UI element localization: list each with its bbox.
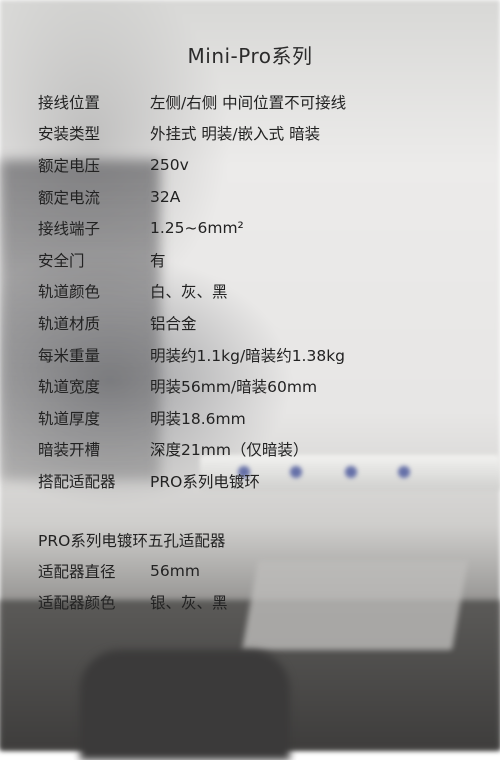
spec-row: 额定电压 250v <box>38 149 478 181</box>
spec-value: 左侧/右侧 中间位置不可接线 <box>150 93 347 112</box>
spec-label: 额定电流 <box>38 188 101 207</box>
spec-sheet: Mini-Pro系列 接线位置 左侧/右侧 中间位置不可接线 安装类型 外挂式 明装… <box>0 0 500 750</box>
spec-label: 适配器颜色 <box>38 594 116 613</box>
spec-row: 搭配适配器 PRO系列电镀环 <box>38 465 478 497</box>
spec-value: 250v <box>150 155 189 174</box>
spec-value: 明装56mm/暗装60mm <box>150 378 318 397</box>
spec-label: 接线端子 <box>38 220 101 239</box>
spec-value: 深度21mm（仅暗装） <box>150 441 309 460</box>
spec-row: 安全门 有 <box>38 244 478 276</box>
spec-value: PRO系列电镀环 <box>150 472 260 491</box>
spec-label: 每米重量 <box>38 346 101 365</box>
page-title: Mini-Pro系列 <box>187 44 313 68</box>
spec-value: 明装18.6mm <box>150 409 246 428</box>
spec-value: 56mm <box>150 561 200 580</box>
spec-row: 暗装开槽 深度21mm（仅暗装） <box>38 434 478 466</box>
spec-label: 轨道宽度 <box>38 378 101 397</box>
spec-label: 轨道厚度 <box>38 409 101 428</box>
spec-value: 32A <box>150 187 181 206</box>
spec-label: 安装类型 <box>38 125 101 144</box>
spec-row: 安装类型 外挂式 明装/嵌入式 暗装 <box>38 118 478 150</box>
spec-label: 暗装开槽 <box>38 441 101 460</box>
spec-label: 搭配适配器 <box>38 472 116 491</box>
spec-value: 铝合金 <box>150 314 197 333</box>
spec-value: 明装约1.1kg/暗装约1.38kg <box>150 346 346 365</box>
spec-value: 外挂式 明装/嵌入式 暗装 <box>150 125 321 144</box>
spec-value: 白、灰、黑 <box>150 283 228 302</box>
spec-value: 1.25~6mm² <box>150 219 244 238</box>
spec-row: 轨道颜色 白、灰、黑 <box>38 276 478 308</box>
spec-label: 接线位置 <box>38 93 101 112</box>
spec-row: 轨道材质 铝合金 <box>38 307 478 339</box>
spec-row: 轨道宽度 明装56mm/暗装60mm <box>38 370 478 402</box>
adapter-title: PRO系列电镀环五孔适配器 <box>38 532 226 550</box>
adapter-spec-row: 适配器直径 56mm <box>38 555 478 587</box>
spec-row: 接线端子 1.25~6mm² <box>38 212 478 244</box>
spec-label: 适配器直径 <box>38 562 116 581</box>
spec-label: 额定电压 <box>38 156 101 175</box>
spec-label: 安全门 <box>38 251 85 270</box>
spec-label: 轨道颜色 <box>38 283 101 302</box>
spec-value: 有 <box>150 251 166 270</box>
spec-value: 银、灰、黑 <box>150 594 228 613</box>
spec-row: 轨道厚度 明装18.6mm <box>38 402 478 434</box>
spec-label: 轨道材质 <box>38 314 101 333</box>
adapter-section: PRO系列电镀环五孔适配器 适配器直径 56mm 适配器颜色 银、灰、黑 <box>38 525 478 618</box>
spec-list: 接线位置 左侧/右侧 中间位置不可接线 安装类型 外挂式 明装/嵌入式 暗装 额定电… <box>38 86 478 497</box>
spec-row: 每米重量 明装约1.1kg/暗装约1.38kg <box>38 339 478 371</box>
spec-row: 接线位置 左侧/右侧 中间位置不可接线 <box>38 86 478 118</box>
spec-row: 额定电流 32A <box>38 181 478 213</box>
adapter-spec-row: 适配器颜色 银、灰、黑 <box>38 587 478 619</box>
